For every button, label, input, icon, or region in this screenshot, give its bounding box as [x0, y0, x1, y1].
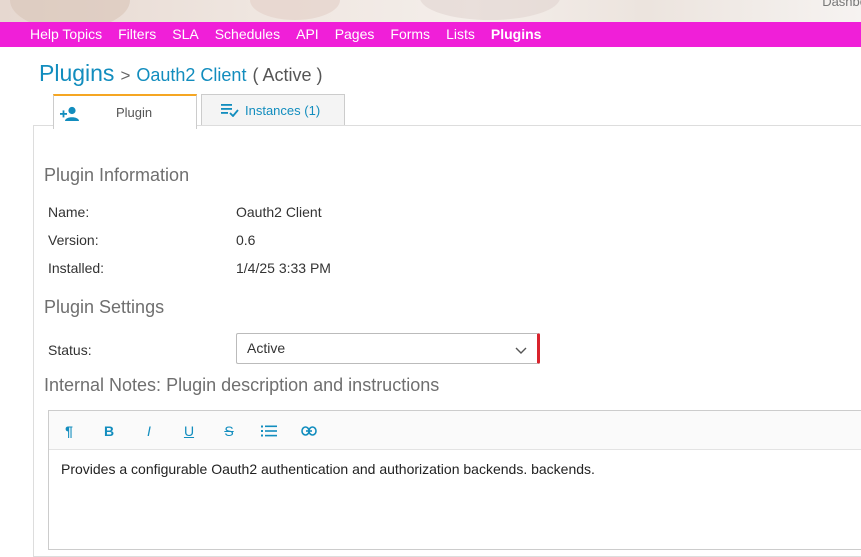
breadcrumb-separator: > [120, 66, 131, 85]
dashboard-link[interactable]: Dashbo [822, 0, 861, 9]
status-select[interactable]: Active [236, 333, 540, 364]
nav-sla[interactable]: SLA [164, 22, 206, 47]
status-label: Status: [48, 342, 92, 358]
tab-instances-label: Instances (1) [245, 103, 321, 118]
notes-content[interactable]: Provides a configurable Oauth2 authentic… [61, 461, 595, 477]
tab-plugin[interactable]: Plugin [53, 94, 197, 129]
tab-plugin-label: Plugin [116, 105, 153, 120]
underline-icon[interactable]: U [179, 421, 199, 441]
editor-toolbar: ¶ B I U S [49, 411, 861, 450]
link-icon[interactable] [299, 421, 319, 441]
strikethrough-icon[interactable]: S [219, 421, 239, 441]
nav-pages[interactable]: Pages [327, 22, 383, 47]
version-value: 0.6 [236, 232, 256, 248]
internal-notes-heading: Internal Notes: Plugin description and i… [44, 375, 440, 395]
nav-lists[interactable]: Lists [438, 22, 483, 47]
nav-schedules[interactable]: Schedules [207, 22, 288, 47]
list-icon[interactable] [259, 421, 279, 441]
version-label: Version: [48, 232, 99, 248]
plugin-information-heading: Plugin Information [44, 165, 190, 185]
nav-help-topics[interactable]: Help Topics [22, 22, 110, 47]
notes-editor: ¶ B I U S Provides a configurable Oauth2… [48, 410, 861, 550]
chevron-down-icon [515, 343, 527, 355]
status-select-value: Active [247, 340, 286, 356]
breadcrumb-plugin-name: Oauth2 Client [136, 65, 247, 85]
name-label: Name: [48, 204, 90, 220]
italic-icon[interactable]: I [139, 421, 159, 441]
nav-plugins[interactable]: Plugins [483, 22, 550, 47]
checklist-icon [221, 103, 239, 120]
breadcrumb: Plugins > Oauth2 Client ( Active ) [39, 60, 322, 87]
admin-nav-bar: Help Topics Filters SLA Schedules API Pa… [0, 22, 861, 47]
breadcrumb-plugins-link[interactable]: Plugins [39, 60, 114, 87]
nav-filters[interactable]: Filters [110, 22, 164, 47]
paragraph-format-icon[interactable]: ¶ [59, 421, 79, 441]
add-user-icon [60, 106, 80, 125]
plugin-settings-heading: Plugin Settings [44, 297, 165, 317]
bold-icon[interactable]: B [99, 421, 119, 441]
header-banner: Dashbo [0, 0, 861, 22]
installed-label: Installed: [48, 260, 105, 276]
name-value: Oauth2 Client [236, 204, 322, 220]
nav-api[interactable]: API [288, 22, 327, 47]
breadcrumb-plugin-status: ( Active ) [252, 65, 323, 85]
installed-value: 1/4/25 3:33 PM [236, 260, 331, 276]
nav-forms[interactable]: Forms [382, 22, 438, 47]
tab-instances[interactable]: Instances (1) [201, 94, 345, 125]
